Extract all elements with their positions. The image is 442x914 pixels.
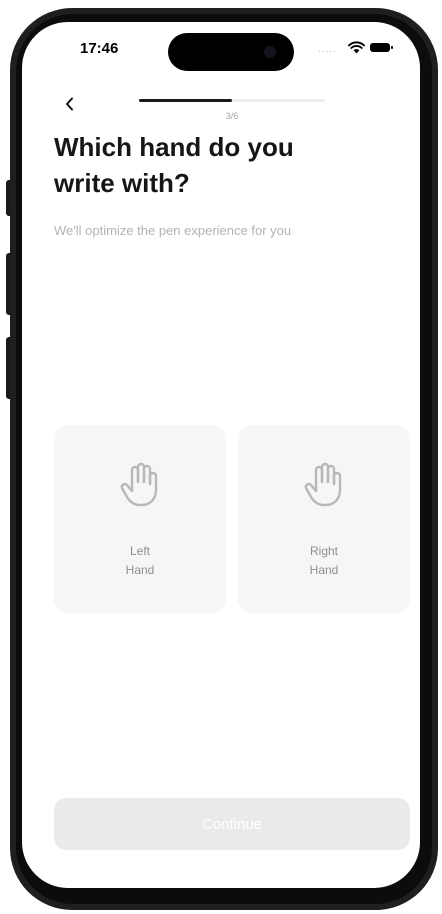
front-camera bbox=[264, 46, 276, 58]
progress-fill bbox=[139, 99, 232, 102]
title-line-1: Which hand do you bbox=[54, 132, 294, 162]
right-hand-label-line2: Hand bbox=[309, 563, 339, 577]
page-subtitle: We'll optimize the pen experience for yo… bbox=[54, 223, 292, 238]
phone-screen: 17:46 ..... 3/6 Which hand do you write … bbox=[22, 22, 420, 888]
device-mockup: 17:46 ..... 3/6 Which hand do you write … bbox=[0, 0, 442, 914]
wifi-icon bbox=[348, 41, 365, 54]
status-time: 17:46 bbox=[80, 40, 119, 57]
battery-icon bbox=[370, 43, 393, 52]
back-button[interactable] bbox=[60, 94, 80, 114]
hand-icon bbox=[120, 462, 158, 507]
left-hand-label-line1: Left bbox=[129, 544, 150, 558]
page-title: Which hand do you write with? bbox=[54, 129, 394, 201]
left-hand-label-line2: Hand bbox=[125, 563, 155, 577]
step-indicator: 3/6 bbox=[225, 111, 239, 121]
continue-button[interactable]: Continue bbox=[54, 798, 410, 850]
right-hand-option[interactable]: Right Hand bbox=[238, 425, 410, 613]
chevron-left-icon bbox=[66, 97, 73, 111]
signal-indicator: ..... bbox=[318, 44, 337, 55]
right-hand-label-line1: Right bbox=[309, 544, 338, 558]
progress-bar bbox=[139, 99, 325, 102]
left-hand-option[interactable]: Left Hand bbox=[54, 425, 226, 613]
dynamic-island bbox=[168, 33, 294, 71]
hand-icon bbox=[304, 462, 342, 507]
title-line-2: write with? bbox=[54, 168, 190, 198]
